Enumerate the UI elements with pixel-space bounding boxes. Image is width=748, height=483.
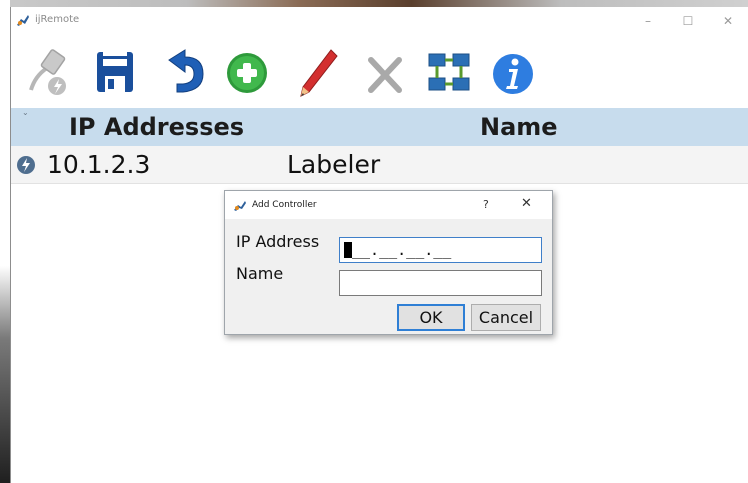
screen: ijRemote – ☐ ✕ ⌄ IP Addresses Name 10.1.… — [0, 0, 748, 483]
lightning-bolt-icon — [17, 156, 35, 174]
background-photo-top — [0, 0, 748, 7]
delete-button[interactable] — [363, 46, 407, 98]
text-cursor — [344, 242, 352, 258]
maximize-icon[interactable]: ☐ — [668, 7, 708, 34]
info-icon — [493, 54, 533, 94]
column-header-name[interactable]: Name — [480, 113, 558, 141]
add-button[interactable] — [225, 46, 269, 98]
x-icon — [368, 57, 402, 93]
name-label: Name — [236, 264, 284, 283]
dialog-title-bar[interactable]: Add Controller ? ✕ — [225, 191, 552, 219]
row-ip-cell: 10.1.2.3 — [47, 150, 151, 179]
floppy-disk-icon — [97, 52, 133, 92]
window-title: ijRemote — [35, 14, 80, 25]
background-photo-left — [0, 0, 10, 483]
network-button[interactable] — [427, 46, 471, 98]
ip-address-label: IP Address — [236, 232, 320, 251]
info-button[interactable] — [491, 46, 535, 98]
app-icon — [17, 15, 29, 26]
help-button[interactable]: ? — [483, 198, 489, 211]
cancel-button[interactable]: Cancel — [471, 304, 541, 331]
network-icon — [428, 53, 470, 91]
close-icon[interactable]: ✕ — [708, 7, 748, 34]
app-icon — [234, 201, 246, 211]
column-header-ip[interactable]: IP Addresses — [69, 113, 244, 141]
pencil-icon — [300, 49, 338, 97]
save-button[interactable] — [93, 46, 137, 98]
minimize-icon[interactable]: – — [628, 7, 668, 34]
add-controller-dialog: Add Controller ? ✕ IP Address __.__.__._… — [224, 190, 553, 335]
row-name-cell: Labeler — [287, 150, 381, 179]
ip-address-input[interactable]: __.__.__.__ — [339, 237, 542, 263]
edit-button[interactable] — [295, 46, 339, 98]
title-bar[interactable]: ijRemote – ☐ ✕ — [11, 7, 748, 34]
undo-arrow-icon — [168, 49, 204, 93]
toolbar — [11, 34, 748, 108]
sort-indicator-icon: ⌄ — [22, 108, 29, 117]
ethernet-plug-icon — [29, 49, 66, 95]
name-input[interactable] — [339, 270, 542, 296]
dialog-title: Add Controller — [252, 200, 317, 210]
undo-button[interactable] — [163, 46, 207, 98]
ok-button[interactable]: OK — [397, 304, 465, 331]
ip-address-mask: __.__.__.__ — [352, 241, 452, 259]
main-window: ijRemote – ☐ ✕ ⌄ IP Addresses Name 10.1.… — [10, 7, 748, 483]
connect-button[interactable] — [25, 46, 69, 98]
dialog-close-button[interactable]: ✕ — [521, 196, 532, 211]
table-row[interactable]: 10.1.2.3 Labeler — [11, 146, 748, 184]
table-header: ⌄ IP Addresses Name — [11, 108, 748, 146]
plus-circle-icon — [227, 53, 267, 93]
